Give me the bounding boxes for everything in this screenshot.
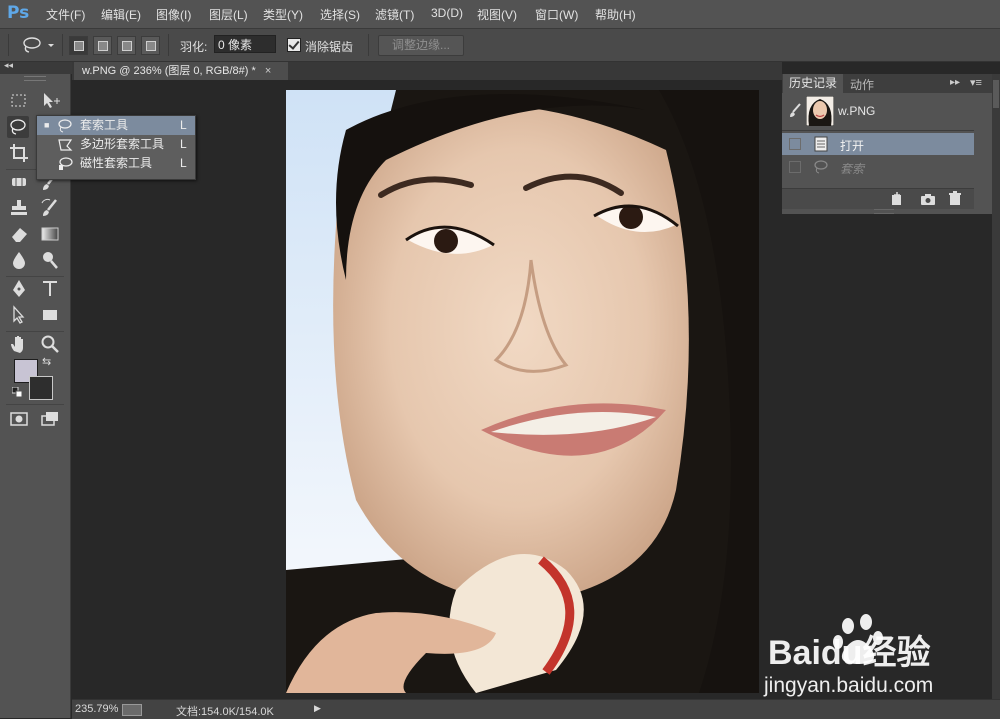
document-tab-title: w.PNG @ 236% (图层 0, RGB/8#) *	[82, 65, 256, 77]
menu-3d[interactable]: 3D(D)	[431, 6, 463, 20]
close-icon[interactable]: ×	[265, 65, 271, 77]
flyout-item-label: 套索工具	[80, 118, 129, 132]
camera-icon[interactable]	[920, 192, 936, 206]
rectangular-marquee-icon[interactable]	[8, 90, 30, 112]
antialias-label: 消除锯齿	[305, 40, 354, 54]
menu-view[interactable]: 视图(V)	[477, 6, 517, 23]
history-item-lasso[interactable]: 套索	[782, 156, 974, 178]
tools-panel-header[interactable]: ◂◂	[0, 60, 72, 74]
right-panel-strip	[992, 74, 1000, 718]
lasso-preset-icon[interactable]	[20, 35, 56, 55]
flyout-item-polygonal-lasso[interactable]: 多边形套索工具 L	[37, 135, 195, 154]
status-bar: 235.79% 文档:154.0K/154.0K ▶	[72, 699, 1000, 719]
snapshot-name: w.PNG	[838, 104, 876, 118]
collapse-panel-icon[interactable]: ▸▸	[950, 77, 960, 88]
stamp-icon[interactable]	[8, 197, 30, 219]
spot-healing-icon[interactable]	[8, 171, 30, 193]
flyout-item-label: 多边形套索工具	[80, 137, 165, 151]
new-selection-button[interactable]	[69, 36, 88, 55]
lasso-icon[interactable]	[7, 116, 29, 138]
zoom-icon[interactable]	[39, 333, 61, 355]
snapshot-thumbnail	[806, 96, 834, 126]
gradient-icon[interactable]	[39, 223, 61, 245]
history-panel-footer	[782, 188, 974, 209]
options-bar	[0, 29, 1000, 62]
photoshop-logo: Ps	[7, 3, 30, 23]
background-color-swatch[interactable]	[29, 376, 53, 400]
menu-bar: Ps 文件(F) 编辑(E) 图像(I) 图层(L) 类型(Y) 选择(S) 滤…	[0, 0, 1000, 29]
swap-colors-icon[interactable]: ⇆	[42, 355, 51, 368]
move-icon[interactable]	[39, 90, 61, 112]
flyout-item-shortcut: L	[180, 137, 187, 151]
zoom-preview-icon[interactable]	[122, 704, 142, 716]
feather-input[interactable]: 0 像素	[214, 35, 276, 53]
menu-window[interactable]: 窗口(W)	[535, 6, 578, 23]
selected-bullet-icon: ■	[44, 120, 50, 130]
rectangle-shape-icon[interactable]	[39, 304, 61, 326]
zoom-level[interactable]: 235.79%	[75, 703, 118, 715]
quick-mask-icon[interactable]	[8, 408, 30, 430]
hand-icon[interactable]	[8, 333, 30, 355]
document-icon	[814, 136, 828, 152]
history-brush-checkbox[interactable]	[789, 138, 801, 150]
new-document-from-state-icon[interactable]	[890, 192, 904, 206]
feather-label: 羽化:	[180, 40, 208, 54]
history-brush-checkbox[interactable]	[789, 161, 801, 173]
menu-filter[interactable]: 滤镜(T)	[375, 6, 414, 23]
dodge-icon[interactable]	[39, 249, 61, 271]
menu-edit[interactable]: 编辑(E)	[101, 6, 141, 23]
subtract-from-selection-button[interactable]	[117, 36, 136, 55]
history-brush-icon[interactable]	[39, 197, 61, 219]
refine-edge-button[interactable]: 调整边缘...	[378, 35, 464, 56]
tools-grip[interactable]	[24, 76, 46, 81]
flyout-item-lasso[interactable]: ■ 套索工具 L	[37, 116, 195, 135]
lasso-icon	[58, 119, 72, 133]
magnetic-lasso-icon	[59, 157, 73, 170]
menu-help[interactable]: 帮助(H)	[595, 6, 636, 23]
antialias-checkbox[interactable]	[287, 38, 301, 52]
pen-icon[interactable]	[8, 278, 30, 300]
add-to-selection-button[interactable]	[93, 36, 112, 55]
flyout-item-label: 磁性套索工具	[80, 156, 153, 170]
history-item-open[interactable]: 打开	[782, 133, 974, 155]
menu-image[interactable]: 图像(I)	[156, 6, 191, 23]
type-icon[interactable]	[39, 278, 61, 300]
lasso-tool-flyout: ■ 套索工具 L 多边形套索工具 L 磁性套索工具 L	[36, 115, 196, 180]
watermark-brand: Baidu经验	[768, 633, 930, 672]
history-brush-source-icon[interactable]	[787, 102, 803, 118]
document-tab[interactable]: w.PNG @ 236% (图层 0, RGB/8#) * ×	[74, 62, 288, 80]
menu-layer[interactable]: 图层(L)	[209, 6, 248, 23]
history-item-label: 套索	[840, 162, 865, 176]
baidu-jingyan-watermark: Baidu经验 jingyan.baidu.com	[763, 614, 933, 697]
intersect-selection-button[interactable]	[141, 36, 160, 55]
tab-actions[interactable]: 动作	[850, 76, 874, 93]
lasso-icon	[814, 160, 828, 174]
path-selection-icon[interactable]	[8, 304, 30, 326]
menu-file[interactable]: 文件(F)	[46, 6, 85, 23]
flyout-item-shortcut: L	[180, 118, 187, 132]
trash-icon[interactable]	[948, 191, 962, 206]
polygonal-lasso-icon	[58, 139, 73, 151]
panel-resize-grip[interactable]	[874, 209, 894, 214]
menu-type[interactable]: 类型(Y)	[263, 6, 303, 23]
menu-select[interactable]: 选择(S)	[320, 6, 360, 23]
default-colors-icon[interactable]	[11, 386, 23, 398]
watermark-url: jingyan.baidu.com	[763, 674, 933, 697]
history-item-label: 打开	[840, 139, 865, 153]
scrollbar-thumb[interactable]	[993, 80, 999, 108]
status-menu-arrow-icon[interactable]: ▶	[314, 703, 321, 714]
flyout-item-magnetic-lasso[interactable]: 磁性套索工具 L	[37, 154, 195, 173]
document-info: 文档:154.0K/154.0K	[176, 706, 274, 718]
canvas-image[interactable]	[286, 90, 759, 693]
tab-history[interactable]: 历史记录	[783, 74, 843, 93]
screen-mode-icon[interactable]	[39, 408, 61, 430]
eraser-icon[interactable]	[8, 223, 30, 245]
flyout-item-shortcut: L	[180, 156, 187, 170]
options-grip	[8, 34, 9, 56]
history-snapshot[interactable]: w.PNG	[782, 93, 974, 129]
panel-menu-icon[interactable]: ▾≡	[970, 76, 982, 89]
crop-icon[interactable]	[8, 142, 30, 164]
blur-icon[interactable]	[8, 249, 30, 271]
